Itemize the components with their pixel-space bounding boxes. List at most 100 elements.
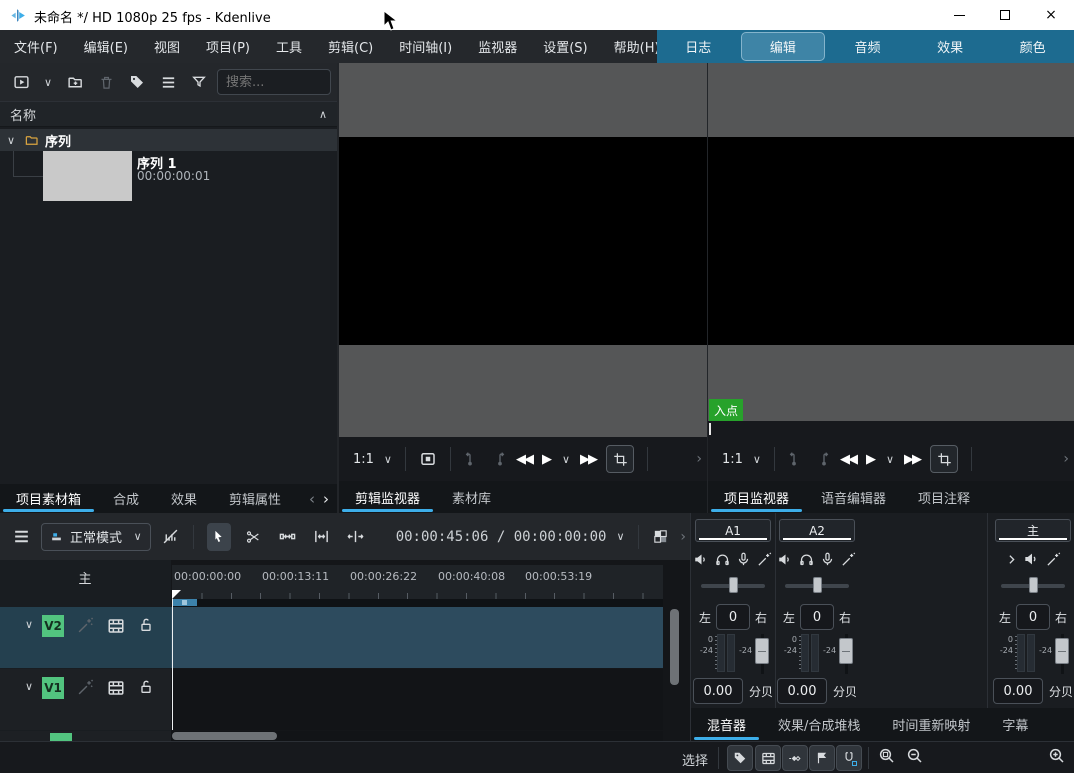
minimize-button[interactable] xyxy=(936,0,982,30)
tab-compositions[interactable]: 合成 xyxy=(97,484,155,513)
balance-value[interactable]: 0 xyxy=(716,604,750,630)
show-markers-button[interactable] xyxy=(809,745,835,771)
snap-toggle-button[interactable] xyxy=(836,745,862,771)
selection-tool-button[interactable] xyxy=(207,523,231,551)
track-a1-badge[interactable] xyxy=(50,733,72,741)
workspace-tab-logging[interactable]: 日志 xyxy=(657,30,740,63)
record-mic-icon[interactable] xyxy=(736,552,751,567)
track-lock-icon[interactable] xyxy=(138,617,154,633)
mute-icon[interactable] xyxy=(1024,551,1040,567)
balance-value[interactable]: 0 xyxy=(1016,604,1050,630)
timecode-dropdown-icon[interactable]: ∨ xyxy=(616,530,624,543)
track-v1-header[interactable]: ∨ V1 xyxy=(0,669,171,730)
toolbar-overflow-icon[interactable]: › xyxy=(680,529,686,545)
workspace-tab-effects[interactable]: 效果 xyxy=(909,30,992,63)
balance-slider-handle[interactable] xyxy=(813,577,822,593)
tab-clip-properties[interactable]: 剪辑属性 xyxy=(213,484,297,513)
set-out-point-icon[interactable] xyxy=(490,451,506,467)
volume-slider[interactable] xyxy=(839,634,853,674)
tag-info-button[interactable] xyxy=(727,745,753,771)
forward-button[interactable]: ▶▶ xyxy=(904,452,920,467)
effects-wand-icon[interactable] xyxy=(1046,552,1061,567)
solo-headphones-icon[interactable] xyxy=(799,552,814,567)
effects-wand-icon[interactable] xyxy=(757,552,772,567)
workspace-tab-editing[interactable]: 编辑 xyxy=(741,32,826,61)
monitor-zoom-level[interactable]: 1:1 xyxy=(353,452,374,467)
bin-name-column-header[interactable]: 名称 ∧ xyxy=(0,101,337,127)
collapse-icon[interactable]: ∧ xyxy=(319,108,327,121)
track-a1-header[interactable] xyxy=(0,731,171,741)
mixer-strip-title[interactable]: 主 xyxy=(995,519,1071,542)
playhead-line[interactable] xyxy=(172,599,173,730)
menu-timeline[interactable]: 时间轴(I) xyxy=(399,37,452,56)
set-in-point-icon[interactable] xyxy=(788,451,804,467)
add-clip-button[interactable] xyxy=(10,70,32,94)
balance-slider[interactable] xyxy=(785,579,849,591)
track-collapse-icon[interactable]: ∨ xyxy=(25,680,33,693)
balance-slider-handle[interactable] xyxy=(1029,577,1038,593)
master-sequence-tab[interactable]: 主 xyxy=(60,568,110,587)
toolbar-overflow-icon[interactable]: › xyxy=(696,451,702,467)
workspace-tab-audio[interactable]: 音频 xyxy=(826,30,909,63)
create-folder-button[interactable] xyxy=(64,70,86,94)
tab-effect-stack[interactable]: 效果/合成堆栈 xyxy=(762,708,876,741)
clip-in-project-icon[interactable] xyxy=(419,450,437,468)
track-hide-icon[interactable] xyxy=(107,679,125,697)
play-dropdown-icon[interactable]: ∨ xyxy=(886,453,894,466)
view-menu-button[interactable] xyxy=(157,70,179,94)
track-hide-icon[interactable] xyxy=(107,617,125,635)
timeline-zone-bar[interactable] xyxy=(172,599,663,607)
track-effects-icon[interactable] xyxy=(77,617,94,634)
razor-tool-button[interactable] xyxy=(241,523,265,551)
project-monitor-ruler[interactable] xyxy=(708,421,1074,437)
menu-project[interactable]: 项目(P) xyxy=(206,37,250,56)
track-v1-badge[interactable]: V1 xyxy=(42,677,64,699)
use-timeline-zone-icon[interactable] xyxy=(161,525,180,549)
solo-headphones-icon[interactable] xyxy=(715,552,730,567)
menu-edit[interactable]: 编辑(E) xyxy=(84,37,128,56)
tab-scroll-right-icon[interactable]: › xyxy=(323,490,329,508)
level-db-value[interactable]: 0.00 xyxy=(993,678,1043,704)
zoom-out-button[interactable] xyxy=(906,747,924,765)
maximize-button[interactable] xyxy=(982,0,1028,30)
tab-speech-editor[interactable]: 语音编辑器 xyxy=(805,481,902,513)
tab-mixer[interactable]: 混音器 xyxy=(691,708,762,741)
mute-icon[interactable] xyxy=(694,552,709,567)
menu-view[interactable]: 视图 xyxy=(154,37,180,56)
tab-project-bin[interactable]: 项目素材箱 xyxy=(0,484,97,513)
monitor-playhead[interactable] xyxy=(709,423,711,435)
bin-folder-row[interactable]: ∨ 序列 xyxy=(0,129,337,151)
effects-wand-icon[interactable] xyxy=(841,552,856,567)
rewind-button[interactable]: ◀◀ xyxy=(840,452,856,467)
set-in-point-icon[interactable] xyxy=(464,451,480,467)
vertical-scrollbar[interactable] xyxy=(670,609,679,685)
filter-button[interactable] xyxy=(188,70,210,94)
rewind-button[interactable]: ◀◀ xyxy=(516,452,532,467)
set-out-point-icon[interactable] xyxy=(814,451,830,467)
balance-slider[interactable] xyxy=(1001,579,1065,591)
tag-button[interactable] xyxy=(126,70,148,94)
zone-mode-button[interactable] xyxy=(606,445,634,473)
spacer-tool-button[interactable] xyxy=(275,523,299,551)
show-audio-thumbnails-button[interactable] xyxy=(782,745,808,771)
track-effects-icon[interactable] xyxy=(77,679,94,696)
zone-mode-button[interactable] xyxy=(930,445,958,473)
timeline-zone[interactable] xyxy=(173,599,197,606)
monitor-zoom-level[interactable]: 1:1 xyxy=(722,452,743,467)
collapse-strip-icon[interactable] xyxy=(1005,553,1018,566)
sequence-clip-thumbnail[interactable] xyxy=(43,151,132,201)
show-video-thumbnails-button[interactable] xyxy=(755,745,781,771)
tab-subtitles[interactable]: 字幕 xyxy=(986,708,1044,741)
mixer-strip-title[interactable]: A1 xyxy=(695,519,771,542)
track-v2-badge[interactable]: V2 xyxy=(42,615,64,637)
tab-library[interactable]: 素材库 xyxy=(436,481,507,513)
level-db-value[interactable]: 0.00 xyxy=(693,678,743,704)
volume-slider-handle[interactable] xyxy=(1055,638,1069,664)
track-v2-content[interactable] xyxy=(171,607,663,668)
menu-monitor[interactable]: 监视器 xyxy=(478,37,517,56)
zoom-in-button[interactable] xyxy=(1048,747,1066,765)
close-button[interactable]: × xyxy=(1028,0,1074,30)
slip-tool-button[interactable] xyxy=(309,523,333,551)
zoom-fit-button[interactable] xyxy=(878,747,896,765)
mix-clips-icon[interactable] xyxy=(651,525,670,549)
